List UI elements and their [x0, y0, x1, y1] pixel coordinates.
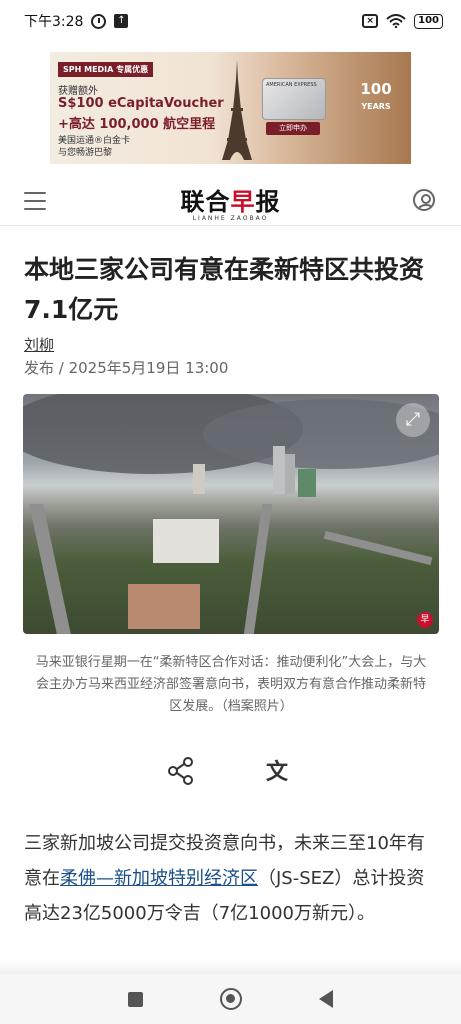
no-sim-icon: ×	[362, 14, 379, 28]
logo-subtitle: LIANHE ZAOBAO	[192, 215, 269, 222]
status-right: × 100	[362, 13, 443, 29]
photo-building	[128, 584, 200, 629]
photo-road	[243, 504, 273, 634]
share-icon[interactable]	[166, 756, 196, 786]
logo-wordmark: 联合早报	[0, 182, 461, 217]
article-photo[interactable]: ⤢ 早	[23, 394, 439, 634]
system-nav-bar	[0, 974, 461, 1024]
photo-caption: 马来亚银行星期一在“柔新特区合作对话：推动便利化”大会上，与大会主办方马来西亚经…	[35, 655, 427, 714]
article-actions: 文	[0, 752, 461, 792]
ad-line3: +高达 100,000 航空里程	[58, 117, 216, 132]
article-body: 三家新加坡公司提交投资意向书，未来三至10年有意在柔佛—新加坡特别经济区（JS-…	[24, 826, 439, 931]
ad-banner[interactable]: SPH MEDIA 专属优惠 获赠额外 S$100 eCapitaVoucher…	[50, 52, 411, 164]
ad-line2: S$100 eCapitaVoucher	[58, 96, 224, 111]
status-left: 下午3:28 ↑	[24, 11, 129, 31]
back-button[interactable]	[318, 990, 333, 1008]
publish-date: 发布 / 2025年5月19日 13:00	[24, 359, 229, 377]
photo-building	[273, 446, 285, 494]
article-headline: 本地三家公司有意在柔新特区共投资7.1亿元	[24, 255, 425, 324]
zaobao-watermark-icon: 早	[417, 612, 433, 628]
status-time: 下午3:28	[24, 14, 84, 30]
photo-building	[193, 464, 205, 494]
translate-icon[interactable]: 文	[266, 754, 296, 786]
ad-line5: 与您畅游巴黎	[58, 148, 113, 158]
status-bar: 下午3:28 ↑ × 100	[0, 0, 461, 42]
bottom-fade	[0, 960, 461, 974]
site-logo[interactable]: 联合早报 LIANHE ZAOBAO	[0, 182, 461, 222]
logo-part3: 报	[255, 187, 281, 216]
photo-road	[323, 530, 433, 566]
ad-card-brand: AMERICAN EXPRESS	[266, 82, 317, 88]
logo-part2: 早	[230, 187, 256, 216]
photo-building	[298, 469, 316, 497]
ad-anniversary-number: 100	[360, 80, 392, 98]
eiffel-tower-icon	[222, 60, 252, 160]
account-icon[interactable]	[413, 189, 435, 211]
upload-icon: ↑	[114, 14, 129, 28]
translate-glyph: 文	[266, 760, 289, 785]
battery-indicator: 100	[414, 13, 443, 29]
ad-apply-button[interactable]: 立即申办	[266, 122, 320, 135]
wifi-icon	[386, 14, 406, 28]
photo-building	[285, 454, 295, 494]
author-link[interactable]: 刘柳	[24, 334, 54, 355]
ad-anniversary-sub: YEARS	[361, 102, 391, 111]
ad-sph-tag: SPH MEDIA 专属优惠	[58, 62, 154, 77]
photo-road	[29, 504, 71, 634]
alarm-icon	[91, 13, 107, 29]
site-header: 联合早报 LIANHE ZAOBAO	[0, 176, 461, 226]
expand-icon[interactable]: ⤢	[396, 403, 430, 437]
js-sez-link[interactable]: 柔佛—新加坡特别经济区	[60, 868, 258, 889]
recents-button[interactable]	[128, 991, 144, 1007]
ad-line1: 获赠额外	[58, 86, 98, 97]
ad-anniversary-logo: 100 YEARS	[351, 80, 401, 126]
logo-part1: 联合	[180, 187, 231, 216]
home-button[interactable]	[219, 988, 242, 1010]
photo-building	[153, 519, 219, 563]
amex-card-image: AMERICAN EXPRESS	[262, 78, 326, 120]
